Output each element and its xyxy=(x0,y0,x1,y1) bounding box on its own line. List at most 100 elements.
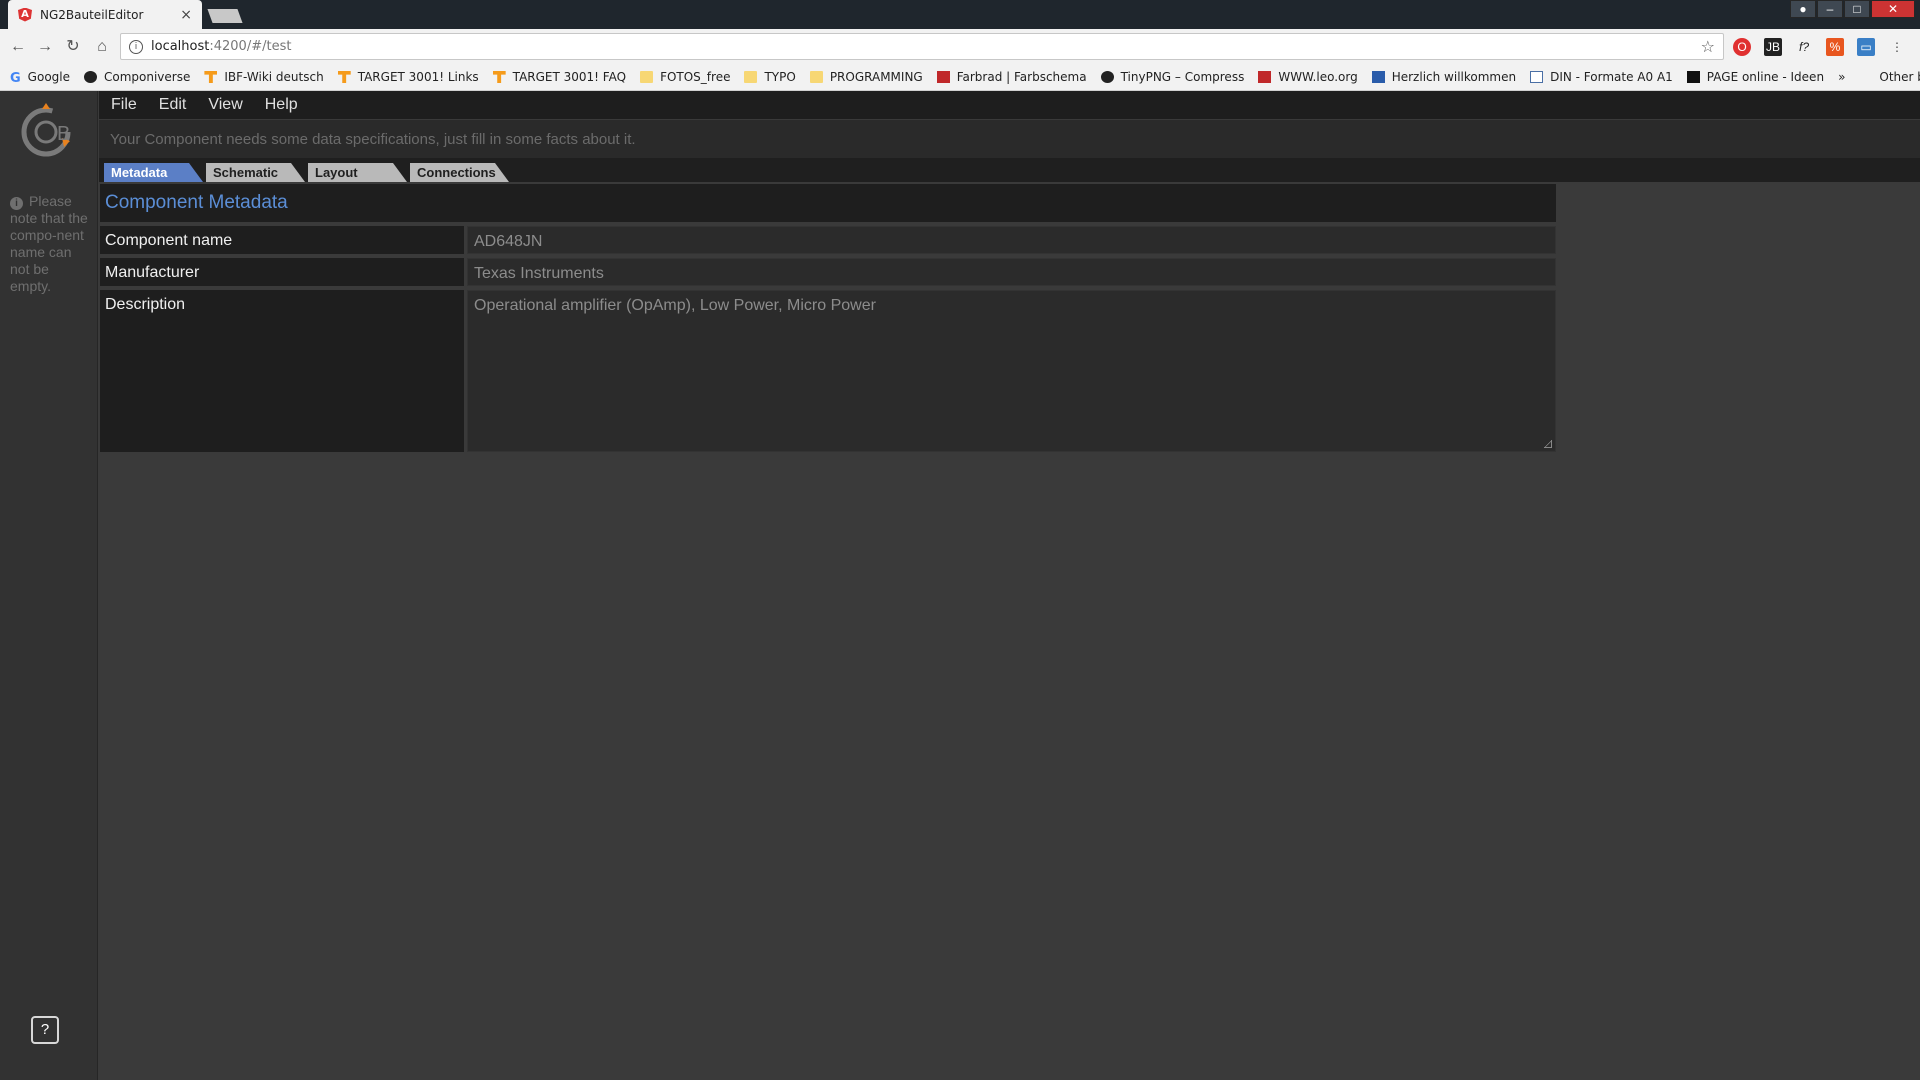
browser-tab[interactable]: A NG2BauteilEditor × xyxy=(8,0,202,29)
eye-icon xyxy=(1371,71,1385,83)
menu-bar: File Edit View Help xyxy=(99,91,1920,119)
component-tabs: Metadata Schematic Layout Connections xyxy=(99,158,1920,182)
tab-close-icon[interactable]: × xyxy=(180,7,192,23)
bookmark-label: TYPO xyxy=(764,70,796,84)
bookmark-label: Componiverse xyxy=(104,70,191,84)
manufacturer-input[interactable]: Texas Instruments xyxy=(467,258,1556,286)
sidebar-note-text: Please note that the compo-nent name can… xyxy=(10,193,88,294)
tab-schematic[interactable]: Schematic xyxy=(206,163,305,182)
target-icon xyxy=(204,71,218,83)
home-icon[interactable]: ⌂ xyxy=(92,37,112,57)
bookmark-label: PAGE online - Ideen xyxy=(1706,70,1825,84)
new-tab-button[interactable] xyxy=(207,9,243,23)
svg-text:B: B xyxy=(57,123,70,145)
menu-item-help[interactable]: Help xyxy=(265,96,298,114)
bookmark-label: TARGET 3001! FAQ xyxy=(512,70,627,84)
font-extension-icon[interactable]: f? xyxy=(1795,38,1813,56)
panda-icon xyxy=(1100,71,1114,83)
app-logo-icon: B xyxy=(21,103,71,157)
bookmark-item[interactable]: TYPO xyxy=(744,70,796,84)
dot-icon xyxy=(84,71,97,83)
url-host: localhost xyxy=(151,39,210,54)
cast-extension-icon[interactable]: ▭ xyxy=(1857,38,1875,56)
other-bookmarks-label: Other bookmarks xyxy=(1879,70,1920,84)
description-text: Operational amplifier (OpAmp), Low Power… xyxy=(474,297,876,314)
bookmark-item[interactable]: TARGET 3001! FAQ xyxy=(492,70,627,84)
manufacturer-label: Manufacturer xyxy=(100,258,464,286)
menu-item-view[interactable]: View xyxy=(208,96,242,114)
bookmarks-more-button[interactable]: » xyxy=(1838,70,1845,84)
angular-icon: A xyxy=(18,7,32,22)
forward-icon[interactable]: → xyxy=(35,37,55,57)
address-bar[interactable]: i localhost :4200/#/test ☆ xyxy=(120,33,1724,60)
bookmark-star-icon[interactable]: ☆ xyxy=(1701,37,1715,56)
url-path: :4200/#/test xyxy=(209,39,292,54)
sidebar: B i Please note that the compo-nent name … xyxy=(0,91,98,1080)
minimize-button[interactable]: – xyxy=(1817,0,1843,18)
help-button[interactable]: ? xyxy=(31,1016,59,1044)
bookmark-item[interactable]: IBF-Wiki deutsch xyxy=(204,70,324,84)
browser-titlebar: A NG2BauteilEditor × ● – □ ✕ xyxy=(0,0,1920,29)
sidebar-note: i Please note that the compo-nent name ca… xyxy=(10,193,90,295)
info-circle-icon: i xyxy=(10,197,23,210)
profile-icon[interactable]: ● xyxy=(1790,0,1816,18)
resize-handle-icon[interactable] xyxy=(1544,440,1552,448)
bookmark-item[interactable]: DIN - Formate A0 A1 xyxy=(1530,70,1673,84)
bookmark-item[interactable]: Componiverse xyxy=(84,70,190,84)
bookmark-label: Herzlich willkommen xyxy=(1391,70,1517,84)
back-icon[interactable]: ← xyxy=(8,37,28,57)
bookmark-item[interactable]: PAGE online - Ideen xyxy=(1686,70,1825,84)
bookmarks-bar: G Google Componiverse IBF-Wiki deutsch TARGE… xyxy=(0,64,1920,91)
tab-layout[interactable]: Layout xyxy=(308,163,407,182)
panel-title: Component Metadata xyxy=(100,184,1556,222)
tab-title: NG2BauteilEditor xyxy=(40,7,144,22)
bookmark-item[interactable]: G Google xyxy=(10,70,70,86)
description-label: Description xyxy=(100,290,464,452)
bookmark-label: Google xyxy=(27,70,70,84)
bookmark-item[interactable]: WWW.leo.org xyxy=(1258,70,1358,84)
other-bookmarks[interactable]: Other bookmarks xyxy=(1859,70,1920,84)
description-textarea[interactable]: Operational amplifier (OpAmp), Low Power… xyxy=(467,290,1556,452)
bookmark-label: PROGRAMMING xyxy=(829,70,923,84)
menu-kebab-icon[interactable]: ⋮ xyxy=(1888,38,1906,56)
color-extension-icon[interactable]: % xyxy=(1826,38,1844,56)
bookmark-item[interactable]: Farbrad | Farbschema xyxy=(936,70,1087,84)
folder-icon xyxy=(1859,71,1872,83)
doc-icon xyxy=(1530,71,1544,83)
reload-icon[interactable]: ↻ xyxy=(63,37,83,57)
bookmark-label: TinyPNG – Compress xyxy=(1120,70,1245,84)
bookmark-item[interactable]: TinyPNG – Compress xyxy=(1100,70,1245,84)
info-icon[interactable]: i xyxy=(129,39,143,54)
menu-item-file[interactable]: File xyxy=(111,96,137,114)
bookmark-label: Farbrad | Farbschema xyxy=(956,70,1087,84)
close-window-button[interactable]: ✕ xyxy=(1871,0,1915,18)
info-bar: Your Component needs some data specifica… xyxy=(99,119,1920,158)
folder-icon xyxy=(809,71,823,83)
jb-extension-icon[interactable]: JB xyxy=(1764,38,1782,56)
menu-item-edit[interactable]: Edit xyxy=(159,96,187,114)
tab-connections[interactable]: Connections xyxy=(410,163,509,182)
bookmark-item[interactable]: TARGET 3001! Links xyxy=(337,70,479,84)
bookmark-item[interactable]: PROGRAMMING xyxy=(809,70,923,84)
bookmark-label: TARGET 3001! Links xyxy=(357,70,479,84)
target-icon xyxy=(492,71,506,83)
google-icon: G xyxy=(10,71,21,86)
target-icon xyxy=(337,71,351,83)
bookmark-label: IBF-Wiki deutsch xyxy=(224,70,324,84)
page-icon xyxy=(1686,71,1700,83)
bookmark-item[interactable]: FOTOS_free xyxy=(640,70,730,84)
browser-toolbar: ← → ↻ ⌂ i localhost :4200/#/test ☆ O JB … xyxy=(0,29,1920,64)
adobe-icon xyxy=(936,71,950,83)
folder-icon xyxy=(744,71,758,83)
bookmark-label: FOTOS_free xyxy=(660,70,731,84)
app-root: B i Please note that the compo-nent name … xyxy=(0,91,1920,1080)
bookmark-label: WWW.leo.org xyxy=(1278,70,1358,84)
tab-metadata[interactable]: Metadata xyxy=(104,163,203,182)
bookmark-item[interactable]: Herzlich willkommen xyxy=(1371,70,1517,84)
bookmark-label: DIN - Formate A0 A1 xyxy=(1550,70,1673,84)
maximize-button[interactable]: □ xyxy=(1844,0,1870,18)
component-name-label: Component name xyxy=(100,226,464,254)
opera-extension-icon[interactable]: O xyxy=(1733,38,1751,56)
component-name-input[interactable]: AD648JN xyxy=(467,226,1556,254)
metadata-panel: Component Metadata Component name AD648J… xyxy=(99,182,1920,1080)
